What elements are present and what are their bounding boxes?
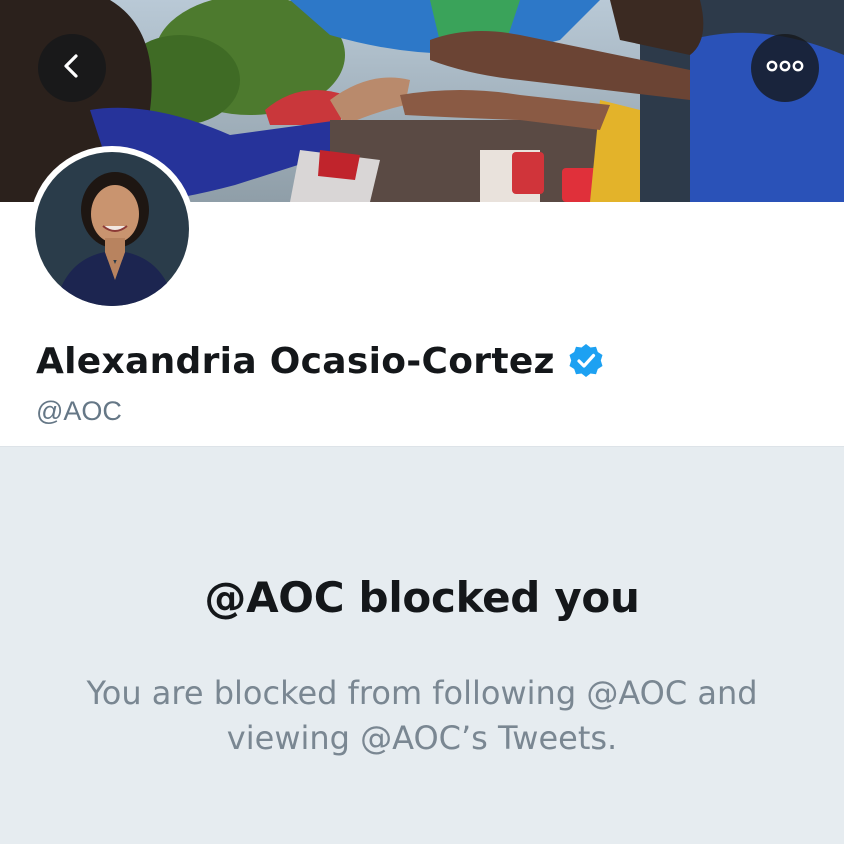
back-button[interactable] (38, 34, 106, 102)
blocked-title: @AOC blocked you (204, 573, 640, 622)
display-name: Alexandria Ocasio-Cortez (36, 340, 555, 382)
blocked-message-panel: @AOC blocked you You are blocked from fo… (0, 446, 844, 844)
more-options-button[interactable] (751, 34, 819, 102)
verified-badge-icon (567, 342, 605, 380)
profile-info: Alexandria Ocasio-Cortez @AOC (36, 332, 826, 427)
chevron-left-icon (58, 52, 86, 85)
profile-avatar[interactable] (29, 146, 195, 312)
name-row: Alexandria Ocasio-Cortez (36, 332, 826, 390)
avatar-photo (35, 152, 189, 306)
profile-handle: @AOC (36, 396, 122, 426)
more-horizontal-icon (765, 59, 805, 78)
blocked-description: You are blocked from following @AOC and … (86, 674, 758, 757)
